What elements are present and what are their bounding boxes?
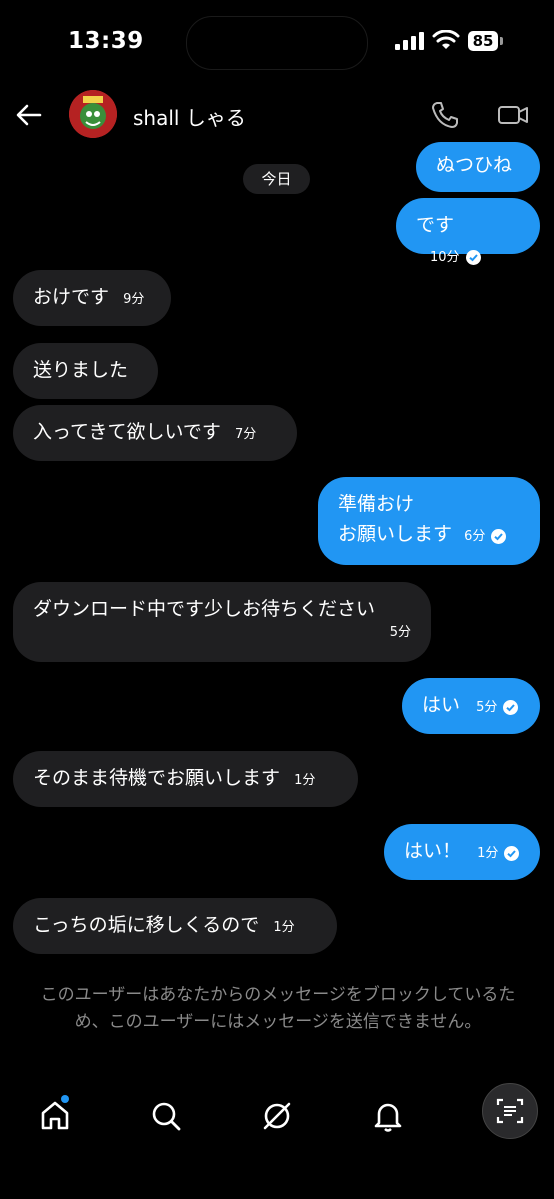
message-bubble-incoming[interactable]: おけです 9分 [13,270,171,326]
message-time: 9分 [123,292,145,307]
dynamic-island [186,16,368,70]
message-text: はい！ [404,840,462,862]
message-text: はい [422,694,461,716]
scan-button[interactable] [482,1083,538,1139]
read-check-icon [491,529,507,544]
home-icon[interactable] [38,1099,72,1133]
message-time: 1分 [294,773,316,788]
phone-icon[interactable] [430,100,460,130]
message-time: 10分 [430,250,481,265]
search-icon[interactable] [149,1099,183,1133]
date-separator: 今日 [243,164,310,194]
blocked-notice: このユーザーはあなたからのメッセージをブロックしているため、このユーザーにはメッ… [40,985,516,1032]
message-text: 入ってきて欲しいです [33,421,221,443]
message-text: おけです [33,286,110,308]
battery-tip [500,37,503,45]
message-bubble-incoming[interactable]: こっちの垢に移しくるので 1分 [13,898,337,954]
battery-indicator: 85 [468,31,498,51]
explore-icon[interactable] [260,1099,294,1133]
message-text: です [416,214,455,236]
status-time: 13:39 [68,28,144,54]
signal-icon [395,32,424,50]
message-bubble-incoming[interactable]: ダウンロード中です少しお待ちください 5分 [13,582,431,662]
contact-name[interactable]: shall しゃる [133,102,246,131]
message-text: 送りました [33,359,129,381]
message-text: ダウンロード中です少しお待ちください [33,598,376,620]
message-time: 7分 [234,427,257,442]
message-text: 準備おけ [338,493,415,515]
message-time: 5分 [389,625,411,640]
message-list[interactable]: 今日 ぬつひね です 10分 おけです 9分 送りました 入ってきて欲しいです … [0,140,554,970]
message-text: こっちの垢に移しくるので [33,914,260,936]
message-bubble-incoming[interactable]: そのまま待機でお願いします 1分 [13,751,358,807]
message-time: 1分 [273,920,295,935]
message-bubble-outgoing[interactable]: ぬつひね [416,142,540,192]
message-bubble-outgoing[interactable]: はい！ 1分 [384,824,540,880]
message-time: 6分 [464,529,507,544]
message-bubble-outgoing[interactable]: 準備おけ お願いします 6分 [318,477,540,565]
wifi-icon [432,30,460,49]
back-arrow-icon[interactable] [14,100,44,130]
message-text: ぬつひね [436,154,513,176]
notifications-icon[interactable] [371,1099,405,1133]
message-text: そのまま待機でお願いします [33,767,281,789]
message-time: 5分 [476,700,519,715]
read-check-icon [503,700,519,715]
message-bubble-incoming[interactable]: 送りました [13,343,158,399]
video-call-icon[interactable] [497,100,529,130]
message-time: 1分 [477,846,520,861]
notification-dot [61,1095,69,1103]
message-bubble-outgoing[interactable]: はい 5分 [402,678,540,734]
scan-text-icon [496,1098,524,1124]
status-bar: 13:39 85 [0,0,554,80]
read-check-icon [465,250,481,265]
message-bubble-outgoing[interactable]: です 10分 [396,198,540,265]
avatar[interactable] [69,90,117,138]
read-check-icon [504,846,520,861]
message-text-line2: お願いします [338,523,453,545]
bottom-nav [0,1085,554,1145]
message-bubble-incoming[interactable]: 入ってきて欲しいです 7分 [13,405,297,461]
